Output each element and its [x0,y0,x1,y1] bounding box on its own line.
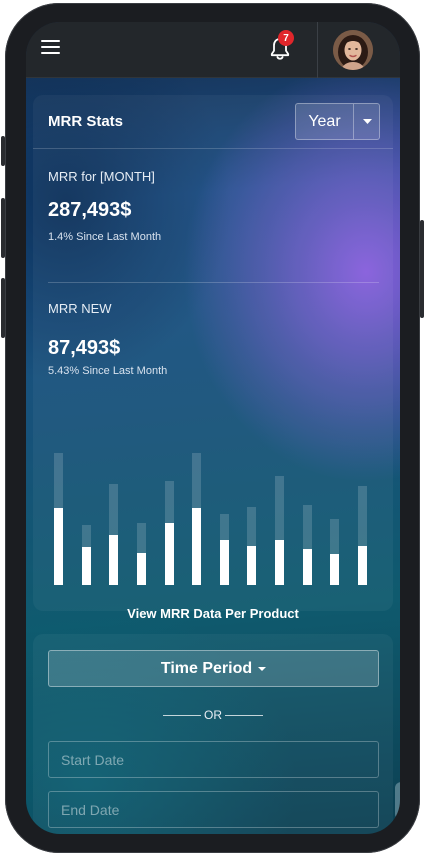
stat-month-change: 1.4% Since Last Month [48,231,162,243]
stat-month-label: MRR for [MONTH] [48,169,155,184]
card-title: MRR Stats [48,113,124,130]
chart-bar [220,540,229,585]
scroll-to-top-button[interactable] [395,782,400,820]
period-select[interactable]: Year [295,103,380,140]
hamburger-icon[interactable] [41,40,60,56]
chart-bar [109,535,118,585]
app-screen: 7 MRR Stats Year MRR for [MONTH] 287,493… [26,22,400,834]
phone-mute-switch [1,136,5,166]
period-select-value: Year [308,113,341,130]
chart-bar [165,523,174,585]
chevron-down-icon[interactable] [354,104,380,139]
caret-down-icon [258,666,267,671]
notification-badge: 7 [278,30,294,46]
stat-new-label: MRR NEW [48,301,112,316]
mrr-bar-chart [48,445,379,585]
time-period-dropdown[interactable]: Time Period [48,650,379,687]
chart-bar [82,547,91,585]
chart-bar [192,508,201,585]
stat-new-value: 87,493$ [48,337,121,359]
phone-volume-down [1,278,5,338]
start-date-input[interactable] [48,741,379,778]
stat-new-change: 5.43% Since Last Month [48,365,168,377]
stat-month-value: 287,493$ [48,199,132,221]
mrr-stats-card: MRR Stats Year MRR for [MONTH] 287,493$ … [33,95,393,621]
date-filter-card: Time Period OR [33,634,393,834]
or-separator: OR [33,707,393,723]
stats-divider [48,282,379,283]
user-avatar[interactable] [333,30,373,70]
view-mrr-per-product-link[interactable]: View MRR Data Per Product [33,606,393,621]
time-period-label: Time Period [160,660,253,677]
end-date-input[interactable] [48,791,379,828]
chart-bar [247,546,256,585]
or-label: OR [204,708,222,722]
chart-bar [330,554,339,585]
chart-bar [54,508,63,585]
chart-bar [137,553,146,585]
chart-bar [275,540,284,585]
phone-power-button [420,220,424,318]
top-navbar: 7 [26,22,400,78]
or-line-right [225,715,263,716]
chart-bar [303,549,312,585]
chart-bar [358,546,367,585]
navbar-divider [317,22,318,78]
card-header-divider [33,148,393,149]
phone-volume-up [1,198,5,258]
